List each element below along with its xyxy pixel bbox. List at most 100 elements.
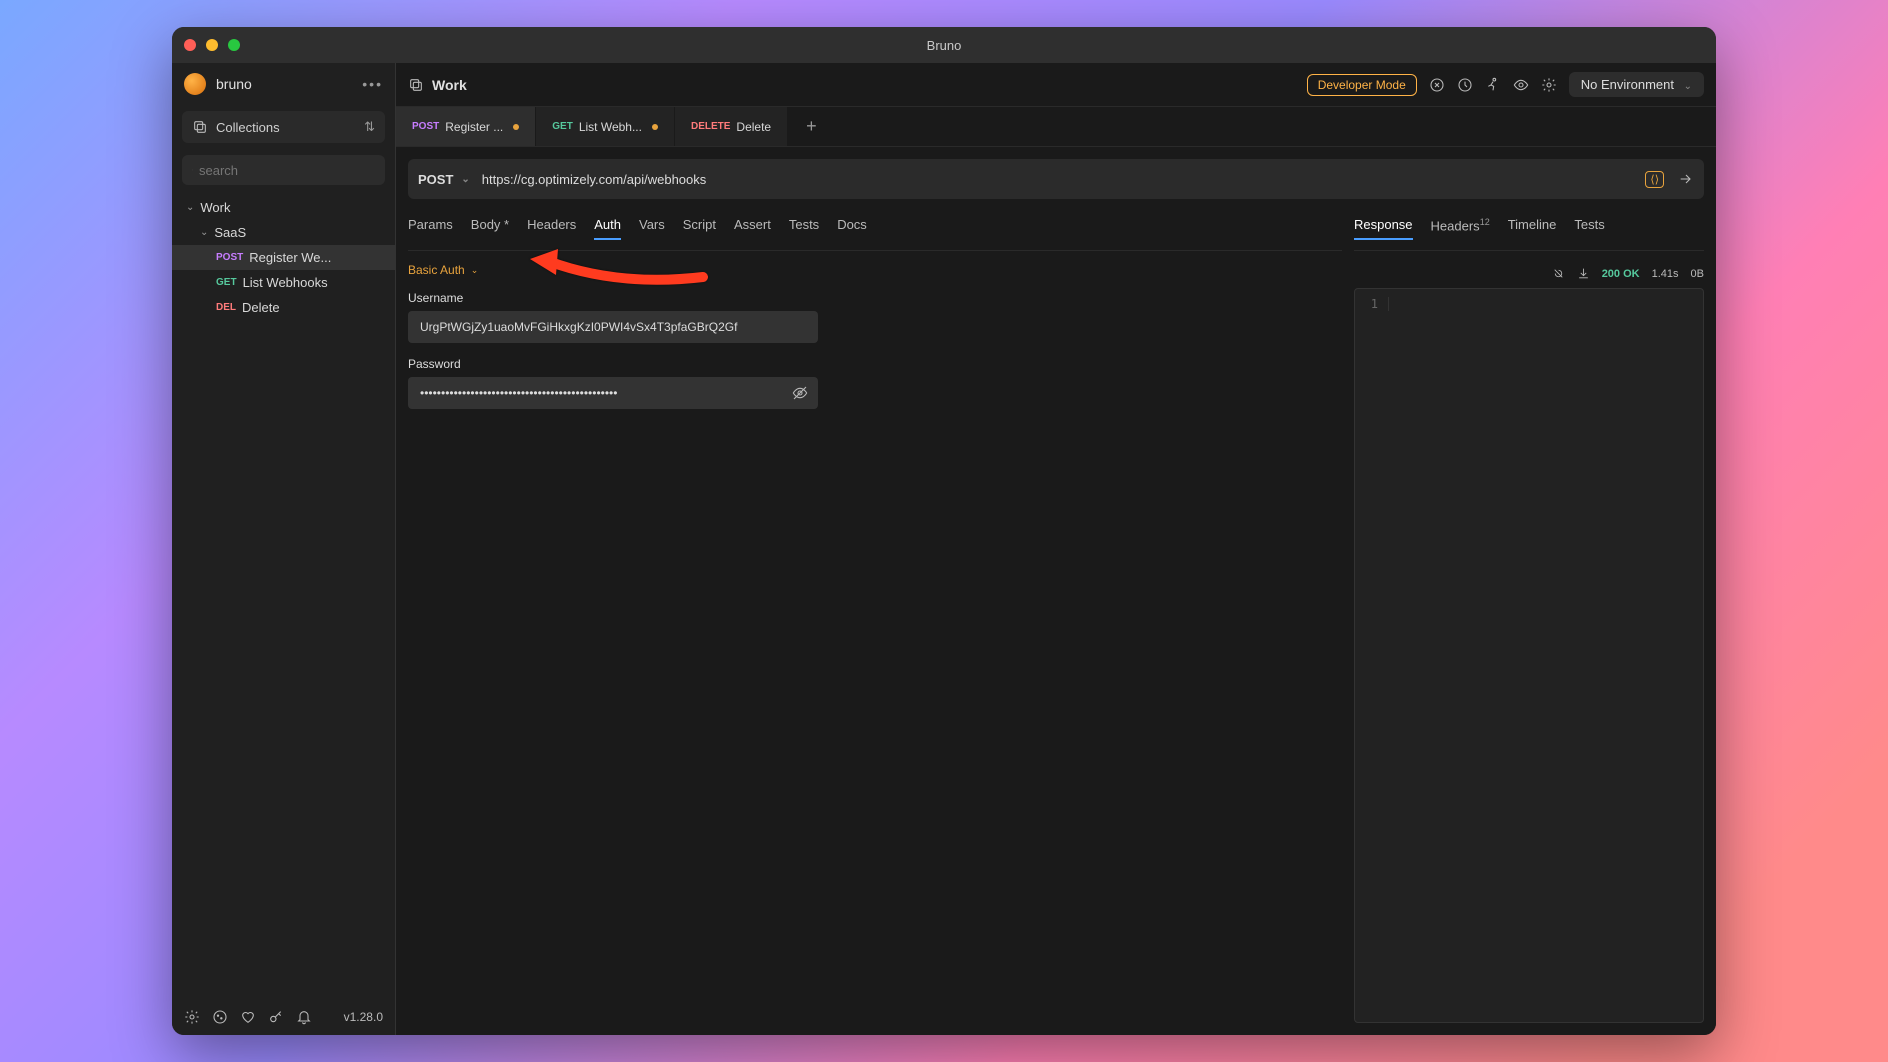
subtab-headers[interactable]: Headers bbox=[527, 217, 576, 240]
eye-off-icon bbox=[792, 385, 808, 401]
subtab-body[interactable]: Body * bbox=[471, 217, 509, 240]
status-badge: 200 OK bbox=[1602, 268, 1640, 280]
gear-icon[interactable] bbox=[184, 1009, 200, 1025]
traffic-lights bbox=[184, 39, 240, 51]
toggle-password-visibility-button[interactable] bbox=[792, 385, 808, 406]
tab-label: Delete bbox=[736, 120, 771, 134]
dirty-indicator-icon bbox=[652, 124, 658, 130]
url-bar-container: POST ⌄ https://cg.optimizely.com/api/web… bbox=[396, 147, 1716, 211]
sort-icon[interactable]: ⇅ bbox=[364, 119, 375, 135]
request-subtabs: Params Body * Headers Auth Vars Script A… bbox=[408, 211, 1342, 251]
bell-icon[interactable] bbox=[296, 1009, 312, 1025]
tree-folder-saas[interactable]: ⌄ SaaS bbox=[172, 220, 395, 245]
subtab-script[interactable]: Script bbox=[683, 217, 716, 240]
download-response-icon[interactable] bbox=[1577, 267, 1590, 280]
dirty-indicator-icon bbox=[513, 124, 519, 130]
method-badge: DELETE bbox=[691, 121, 730, 132]
tree-request-label: Register We... bbox=[249, 250, 331, 265]
subtab-vars[interactable]: Vars bbox=[639, 217, 665, 240]
username-input[interactable] bbox=[408, 311, 818, 343]
tree-request-label: Delete bbox=[242, 300, 280, 315]
response-time: 1.41s bbox=[1652, 268, 1679, 280]
method-label: POST bbox=[418, 172, 453, 187]
method-badge: GET bbox=[216, 277, 237, 288]
tree-folder-label: Work bbox=[200, 200, 230, 215]
search-icon bbox=[192, 162, 193, 178]
tree-request-label: List Webhooks bbox=[243, 275, 328, 290]
subtab-params[interactable]: Params bbox=[408, 217, 453, 240]
send-button[interactable] bbox=[1678, 171, 1694, 187]
password-label: Password bbox=[408, 357, 1342, 371]
new-tab-button[interactable]: + bbox=[788, 107, 835, 146]
chevron-down-icon: ⌄ bbox=[471, 265, 479, 276]
method-badge: POST bbox=[412, 121, 439, 132]
url-input[interactable]: https://cg.optimizely.com/api/webhooks bbox=[482, 172, 1634, 187]
generate-code-button[interactable]: ⟨⟩ bbox=[1645, 171, 1664, 188]
cookie-icon[interactable] bbox=[212, 1009, 228, 1025]
collections-label: Collections bbox=[216, 120, 280, 135]
chevron-down-icon: ⌄ bbox=[461, 174, 469, 185]
response-pane: Response Headers12 Timeline Tests 200 OK… bbox=[1354, 211, 1704, 1023]
response-body[interactable]: 1 bbox=[1354, 288, 1704, 1023]
environment-selector[interactable]: No Environment ⌄ bbox=[1569, 72, 1704, 97]
resp-tab-response[interactable]: Response bbox=[1354, 217, 1413, 240]
minimize-window-button[interactable] bbox=[206, 39, 218, 51]
tab-list-webhooks[interactable]: GET List Webh... bbox=[536, 107, 675, 146]
developer-mode-button[interactable]: Developer Mode bbox=[1307, 74, 1417, 96]
eye-icon[interactable] bbox=[1513, 77, 1529, 93]
subtab-tests[interactable]: Tests bbox=[789, 217, 819, 240]
line-number: 1 bbox=[1363, 297, 1389, 311]
request-tabs: POST Register ... GET List Webh... DELET… bbox=[396, 107, 1716, 147]
password-input[interactable] bbox=[408, 377, 818, 409]
maximize-window-button[interactable] bbox=[228, 39, 240, 51]
collection-icon bbox=[408, 77, 424, 93]
tree-request-list-webhooks[interactable]: GET List Webhooks bbox=[172, 270, 395, 295]
collections-tree: ⌄ Work ⌄ SaaS POST Register We... GET Li… bbox=[172, 191, 395, 324]
sidebar-footer: v1.28.0 bbox=[172, 999, 395, 1035]
resp-tab-headers[interactable]: Headers12 bbox=[1431, 217, 1490, 240]
subtab-auth[interactable]: Auth bbox=[594, 217, 621, 240]
main-area: Work Developer Mode No Environment ⌄ bbox=[396, 63, 1716, 1035]
tree-request-register[interactable]: POST Register We... bbox=[172, 245, 395, 270]
workspace-name: bruno bbox=[216, 76, 252, 92]
subtab-docs[interactable]: Docs bbox=[837, 217, 867, 240]
clock-icon[interactable] bbox=[1457, 77, 1473, 93]
headers-count: 12 bbox=[1480, 217, 1490, 227]
resp-tab-tests[interactable]: Tests bbox=[1574, 217, 1604, 240]
close-window-button[interactable] bbox=[184, 39, 196, 51]
resp-tab-timeline[interactable]: Timeline bbox=[1508, 217, 1557, 240]
url-bar: POST ⌄ https://cg.optimizely.com/api/web… bbox=[408, 159, 1704, 199]
panes: Params Body * Headers Auth Vars Script A… bbox=[396, 211, 1716, 1035]
safari-icon[interactable] bbox=[1429, 77, 1445, 93]
window-title: Bruno bbox=[927, 38, 962, 53]
collections-icon bbox=[192, 119, 208, 135]
breadcrumb[interactable]: Work bbox=[432, 77, 467, 93]
sidebar: bruno ••• Collections ⇅ ⌄ Work ⌄ SaaS bbox=[172, 63, 396, 1035]
heart-icon[interactable] bbox=[240, 1009, 256, 1025]
auth-type-label: Basic Auth bbox=[408, 263, 465, 277]
tab-label: Register ... bbox=[445, 120, 503, 134]
tab-label: List Webh... bbox=[579, 120, 642, 134]
chevron-down-icon: ⌄ bbox=[200, 227, 208, 238]
clear-response-icon[interactable] bbox=[1552, 267, 1565, 280]
sidebar-search[interactable] bbox=[182, 155, 385, 185]
tree-folder-work[interactable]: ⌄ Work bbox=[172, 195, 395, 220]
key-icon[interactable] bbox=[268, 1009, 284, 1025]
workspace-header[interactable]: bruno ••• bbox=[172, 63, 395, 105]
tab-delete[interactable]: DELETE Delete bbox=[675, 107, 788, 146]
subtab-assert[interactable]: Assert bbox=[734, 217, 771, 240]
method-selector[interactable]: POST ⌄ bbox=[418, 172, 470, 187]
collections-header[interactable]: Collections ⇅ bbox=[182, 111, 385, 143]
version-label: v1.28.0 bbox=[344, 1010, 383, 1024]
settings-icon[interactable] bbox=[1541, 77, 1557, 93]
tab-register[interactable]: POST Register ... bbox=[396, 107, 536, 146]
tree-request-delete[interactable]: DEL Delete bbox=[172, 295, 395, 320]
runner-icon[interactable] bbox=[1485, 77, 1501, 93]
workspace-menu-button[interactable]: ••• bbox=[362, 76, 383, 92]
bruno-logo-icon bbox=[184, 73, 206, 95]
search-input[interactable] bbox=[199, 163, 375, 178]
environment-label: No Environment bbox=[1581, 77, 1674, 92]
method-badge: GET bbox=[552, 121, 573, 132]
tree-folder-label: SaaS bbox=[214, 225, 246, 240]
response-subtabs: Response Headers12 Timeline Tests bbox=[1354, 211, 1704, 251]
